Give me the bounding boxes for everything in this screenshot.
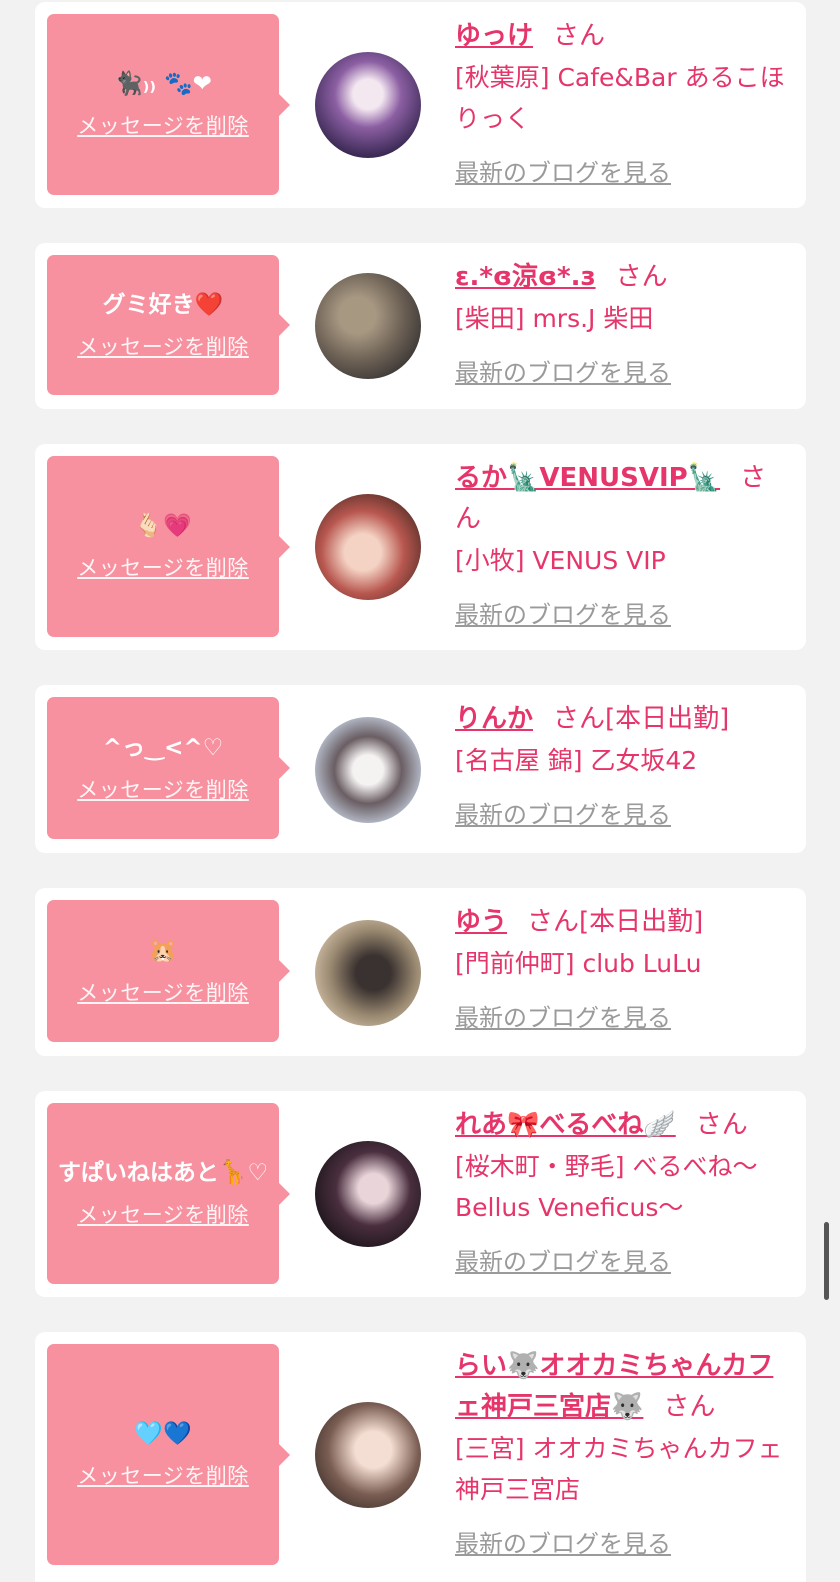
honorific: さん (663, 1392, 716, 1422)
shop-name: [三宮] オオカミちゃんカフェ神戸三宮店 (455, 1434, 783, 1504)
message-text: 🐹 (148, 937, 178, 964)
honorific: さん (695, 1110, 748, 1140)
delete-message-link[interactable]: メッセージを削除 (77, 552, 249, 582)
message-card: グミ好き❤️ メッセージを削除 ε.*ɞ涼ɞ*.з さん [柴田] mrs.J 柴… (35, 243, 806, 409)
honorific: さん (527, 907, 580, 937)
delete-message-link[interactable]: メッセージを削除 (77, 1460, 249, 1490)
latest-blog-link[interactable]: 最新のブログを見る (455, 353, 790, 388)
message-card: 🐈‍⬛₎₎ 🐾❤ メッセージを削除 ゆっけ さん [秋葉原] Cafe&Bar あ… (35, 2, 806, 208)
cast-name-link[interactable]: ゆう (455, 907, 507, 937)
cast-name-link[interactable]: ゆっけ (455, 21, 533, 51)
latest-blog-link[interactable]: 最新のブログを見る (455, 153, 790, 188)
message-card: 🐹 メッセージを削除 ゆう さん[本日出勤] [門前仲町] club LuLu 最… (35, 888, 806, 1056)
message-bubble: 🐈‍⬛₎₎ 🐾❤ メッセージを削除 (47, 14, 290, 195)
message-bubble: 🫰🏻💗 メッセージを削除 (47, 456, 290, 637)
message-text: グミ好き❤️ (102, 291, 224, 318)
latest-blog-link[interactable]: 最新のブログを見る (455, 795, 790, 830)
message-card: ^っ‿<^♡ メッセージを削除 りんか さん[本日出勤] [名古屋 錦] 乙女坂4… (35, 685, 806, 853)
message-bubble: 🐹 メッセージを削除 (47, 900, 290, 1042)
message-bubble: すぱいねはあと🦒♡ メッセージを削除 (47, 1103, 290, 1284)
name-row: らい🐺オオカミちゃんカフェ神戸三宮店🐺 さん (455, 1346, 790, 1428)
honorific: さん (615, 262, 668, 292)
shop-name: [名古屋 錦] 乙女坂42 (455, 746, 698, 775)
name-row: りんか さん[本日出勤] (455, 699, 790, 740)
cast-name-link[interactable]: りんか (455, 704, 533, 734)
avatar[interactable] (315, 1141, 421, 1247)
avatar[interactable] (315, 273, 421, 379)
shop-name: [小牧] VENUS VIP (455, 546, 666, 575)
message-card: すぱいねはあと🦒♡ メッセージを削除 れあ🎀べるべね🪽 さん [桜木町・野毛] べ… (35, 1091, 806, 1297)
avatar[interactable] (315, 920, 421, 1026)
cast-name-link[interactable]: れあ🎀べるべね🪽 (455, 1110, 676, 1140)
honorific: さん (553, 704, 606, 734)
message-text: ^っ‿<^♡ (102, 734, 224, 761)
latest-blog-link[interactable]: 最新のブログを見る (455, 1524, 790, 1559)
shop-name: [秋葉原] Cafe&Bar あるこほりっく (455, 63, 785, 133)
avatar[interactable] (315, 52, 421, 158)
latest-blog-link[interactable]: 最新のブログを見る (455, 998, 790, 1033)
message-text: 🩵💙 (134, 1421, 192, 1447)
shop-name: [柴田] mrs.J 柴田 (455, 304, 654, 333)
honorific: さん (553, 21, 606, 51)
entry-info: れあ🎀べるべね🪽 さん [桜木町・野毛] べるべね〜Bellus Veneficu… (455, 1105, 790, 1277)
entry-info: ε.*ɞ涼ɞ*.з さん [柴田] mrs.J 柴田 最新のブログを見る (455, 257, 790, 388)
message-card: 🩵💙 メッセージを削除 らい🐺オオカミちゃんカフェ神戸三宮店🐺 さん [三宮] オ… (35, 1332, 806, 1582)
name-row: るか🗽VENUSVIP🗽 さん (455, 458, 790, 540)
cast-name-link[interactable]: ε.*ɞ涼ɞ*.з (455, 262, 596, 292)
avatar[interactable] (315, 1402, 421, 1508)
entry-info: ゆう さん[本日出勤] [門前仲町] club LuLu 最新のブログを見る (455, 902, 790, 1033)
message-bubble: ^っ‿<^♡ メッセージを削除 (47, 697, 290, 839)
name-row: れあ🎀べるべね🪽 さん (455, 1105, 790, 1146)
entry-info: ゆっけ さん [秋葉原] Cafe&Bar あるこほりっく 最新のブログを見る (455, 16, 790, 188)
avatar[interactable] (315, 717, 421, 823)
entry-info: りんか さん[本日出勤] [名古屋 錦] 乙女坂42 最新のブログを見る (455, 699, 790, 830)
delete-message-link[interactable]: メッセージを削除 (77, 331, 249, 361)
name-row: ε.*ɞ涼ɞ*.з さん (455, 257, 790, 298)
message-text: 🐈‍⬛₎₎ 🐾❤ (114, 71, 212, 97)
message-bubble: グミ好き❤️ メッセージを削除 (47, 255, 290, 395)
shop-name: [桜木町・野毛] べるべね〜Bellus Veneficus〜 (455, 1152, 758, 1222)
name-row: ゆう さん[本日出勤] (455, 902, 790, 943)
latest-blog-link[interactable]: 最新のブログを見る (455, 595, 790, 630)
attend-badge: [本日出勤] (605, 704, 730, 734)
avatar[interactable] (315, 494, 421, 600)
message-card: 🫰🏻💗 メッセージを削除 るか🗽VENUSVIP🗽 さん [小牧] VENUS V… (35, 444, 806, 650)
delete-message-link[interactable]: メッセージを削除 (77, 1199, 249, 1229)
message-text: 🫰🏻💗 (134, 513, 192, 539)
entry-info: るか🗽VENUSVIP🗽 さん [小牧] VENUS VIP 最新のブログを見る (455, 458, 790, 630)
attend-badge: [本日出勤] (579, 907, 704, 937)
delete-message-link[interactable]: メッセージを削除 (77, 110, 249, 140)
cast-name-link[interactable]: るか🗽VENUSVIP🗽 (455, 463, 720, 493)
message-bubble: 🩵💙 メッセージを削除 (47, 1344, 290, 1565)
delete-message-link[interactable]: メッセージを削除 (77, 977, 249, 1007)
name-row: ゆっけ さん (455, 16, 790, 57)
cast-name-link[interactable]: らい🐺オオカミちゃんカフェ神戸三宮店🐺 (455, 1351, 773, 1422)
scrollbar-thumb[interactable] (824, 1222, 829, 1300)
shop-name: [門前仲町] club LuLu (455, 949, 702, 978)
latest-blog-link[interactable]: 最新のブログを見る (455, 1242, 790, 1277)
delete-message-link[interactable]: メッセージを削除 (77, 774, 249, 804)
entry-info: らい🐺オオカミちゃんカフェ神戸三宮店🐺 さん [三宮] オオカミちゃんカフェ神戸三… (455, 1346, 790, 1559)
message-text: すぱいねはあと🦒♡ (57, 1160, 269, 1186)
